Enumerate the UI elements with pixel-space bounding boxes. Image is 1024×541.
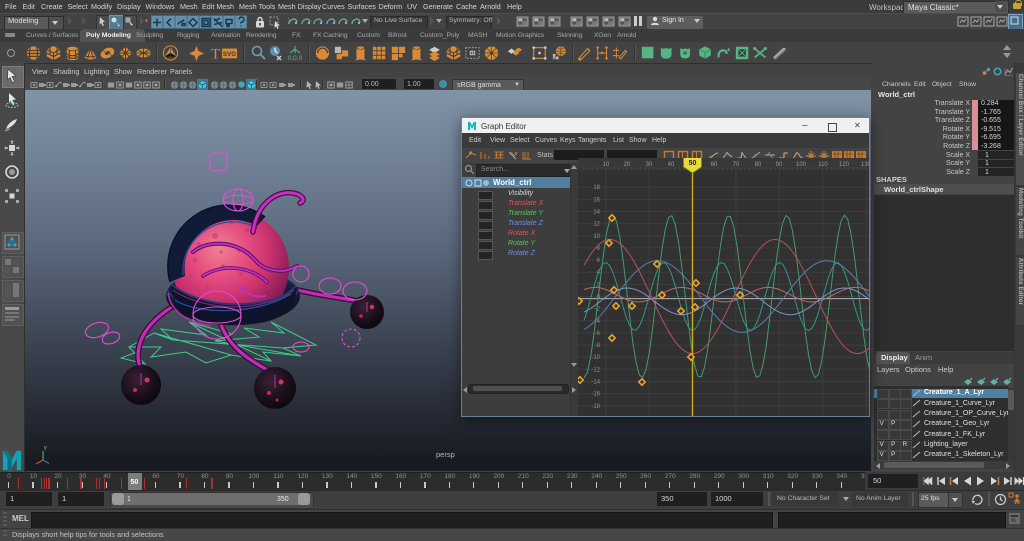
svg-text:-12: -12 [591, 367, 600, 373]
svg-text:10: 10 [593, 234, 600, 240]
svg-text:y: y [44, 445, 47, 451]
svg-text:12: 12 [593, 222, 600, 228]
svg-text:40: 40 [668, 162, 675, 168]
svg-text:-10: -10 [591, 355, 600, 361]
svg-text:persp: persp [436, 450, 455, 459]
svg-text:14: 14 [593, 210, 600, 216]
svg-text:-16: -16 [591, 392, 600, 398]
svg-text:-6: -6 [595, 331, 601, 337]
svg-text:50: 50 [689, 160, 697, 167]
svg-text:-18: -18 [591, 404, 600, 410]
svg-text:0,0,0: 0,0,0 [288, 55, 303, 62]
svg-text:-14: -14 [591, 380, 600, 386]
svg-text:18: 18 [593, 185, 600, 191]
svg-text:80: 80 [755, 162, 762, 168]
svg-text:-8: -8 [595, 343, 601, 349]
svg-text:SVG: SVG [223, 51, 236, 58]
svg-text:-2: -2 [595, 307, 601, 313]
svg-text:10: 10 [603, 162, 610, 168]
svg-text:16: 16 [593, 197, 600, 203]
svg-text:T: T [211, 46, 220, 61]
